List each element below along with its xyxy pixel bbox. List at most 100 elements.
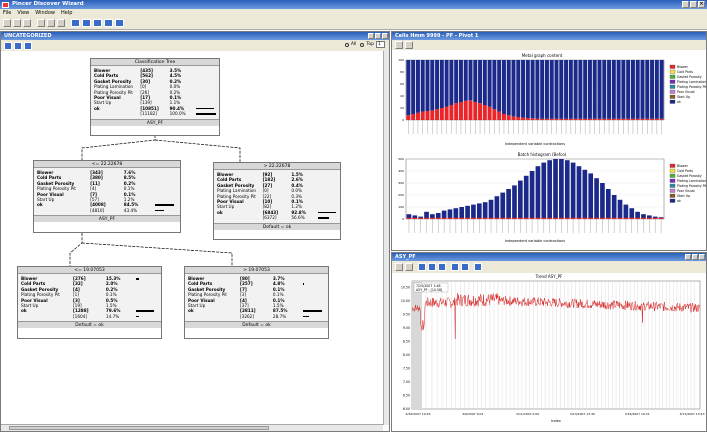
bar-ok xyxy=(406,60,411,116)
bar-blower xyxy=(471,217,476,219)
node-cell-n xyxy=(94,111,140,116)
legend-swatch xyxy=(669,173,676,178)
bar-blower xyxy=(650,118,655,120)
bar-blower xyxy=(415,112,420,120)
node-body: Blower [80] 3.7% Cold Parts [257] 4.8% Gasket … xyxy=(185,274,328,322)
trend-tool-8-icon[interactable] xyxy=(474,263,482,271)
tree-node-left[interactable]: <= 22.22678 Blower [343] 7.6% Cold Parts [38… xyxy=(33,160,181,233)
node-bar-fill xyxy=(136,315,140,318)
node-bar xyxy=(303,314,325,319)
y-tick-label: 10.00 xyxy=(401,299,410,303)
bar-blower xyxy=(412,217,418,219)
trend-close-button[interactable] xyxy=(699,253,705,260)
tree-node-right[interactable]: > 22.22678 Blower [92] 1.5% Cold Parts [182]… xyxy=(213,162,341,240)
legend-label: Poor Visual xyxy=(677,90,695,94)
bar-blower xyxy=(602,118,607,120)
y-tick-label: 0 xyxy=(402,217,404,221)
legend-swatch xyxy=(669,84,676,89)
trend-tool-2-icon[interactable] xyxy=(405,263,413,271)
bar-blower xyxy=(564,217,570,219)
x-tick-label: 3/13/2007 13:30 xyxy=(570,412,595,416)
bar-blower xyxy=(521,117,526,120)
trend-maximize-button[interactable] xyxy=(692,253,698,260)
close-button[interactable]: × xyxy=(698,1,705,8)
bar-blower xyxy=(597,118,602,120)
legend-label: Start Up xyxy=(677,95,690,99)
bar-ok xyxy=(587,60,592,119)
bar-blower xyxy=(425,111,430,120)
minimize-button[interactable] xyxy=(682,1,689,8)
legend-swatch xyxy=(669,198,676,203)
trend-tool-5-icon[interactable] xyxy=(438,263,446,271)
histogram-window: Cells Hmm 9999 - PF - Pivot 1 Metal grap… xyxy=(391,31,707,251)
trend-tool-4-icon[interactable] xyxy=(428,263,436,271)
bar-blower xyxy=(506,217,511,219)
bar xyxy=(559,159,564,219)
bar xyxy=(594,178,599,219)
bar-ok xyxy=(635,60,640,119)
bar-blower xyxy=(652,217,658,219)
bar-blower xyxy=(411,114,416,120)
node-bar-fill xyxy=(154,209,165,212)
node-footer: ASY_PF xyxy=(34,215,180,223)
trend-minimize-button[interactable] xyxy=(685,253,691,260)
node-footer: Default = ok xyxy=(18,321,161,329)
bar-ok xyxy=(487,60,492,107)
legend-label: Cold Parts xyxy=(677,169,693,173)
chart-title: Metal graph content xyxy=(522,53,563,58)
legend-swatch xyxy=(669,79,676,84)
bar-ok xyxy=(516,60,521,117)
histogram-tool-2-icon[interactable] xyxy=(405,41,413,49)
tree-node-left-left[interactable]: <= 19.07053 Blower [276] 15.3% Cold Parts [3… xyxy=(17,266,162,339)
bar-blower xyxy=(424,217,429,219)
legend-swatch xyxy=(669,193,676,198)
bar-blower xyxy=(587,118,592,120)
y-tick-label: 100 xyxy=(398,58,404,62)
trend-tool-3-icon[interactable] xyxy=(418,263,426,271)
node-footer: Default = ok xyxy=(185,321,328,329)
readout-value: ASY_PF : [10.58] xyxy=(416,288,442,292)
tree-root-node[interactable]: Classification Tree Blower [435] 3.5% Cold … xyxy=(90,58,220,136)
bar-ok xyxy=(425,60,430,111)
bar-blower xyxy=(444,106,449,120)
trend-tool-1-icon[interactable] xyxy=(395,263,403,271)
bar-ok xyxy=(544,60,549,119)
bar-blower xyxy=(430,217,435,219)
bar-blower xyxy=(494,217,500,219)
bar-blower xyxy=(439,108,444,120)
bar-blower xyxy=(549,118,554,120)
bar-blower xyxy=(523,217,529,219)
y-tick-label: 8.00 xyxy=(403,353,410,357)
bar-blower xyxy=(525,118,530,120)
histogram-tool-1-icon[interactable] xyxy=(395,41,403,49)
bar-blower xyxy=(559,118,564,120)
bar-ok xyxy=(444,60,449,107)
bar-blower xyxy=(588,217,594,219)
y-tick-label: 100 xyxy=(398,205,404,209)
node-row: [11182] 100.0% xyxy=(94,111,216,116)
bar xyxy=(617,199,623,219)
node-cell-c: [4810] xyxy=(90,207,105,213)
node-bar xyxy=(154,208,177,213)
bar xyxy=(506,189,511,219)
legend-label: Plating Lamination xyxy=(677,80,706,84)
tree-node-left-right[interactable]: > 19.07053 Blower [80] 3.7% Cold Parts [257]… xyxy=(184,266,329,339)
y-tick-label: 9.50 xyxy=(403,313,410,317)
bar xyxy=(588,173,594,219)
bar-ok xyxy=(650,60,655,119)
x-axis-label: Independent variable contractions xyxy=(505,142,565,146)
bar-ok xyxy=(645,60,650,119)
bar-ok xyxy=(640,60,645,119)
histogram-window-title: Cells Hmm 9999 - PF - Pivot 1 xyxy=(395,33,479,39)
bar-ok xyxy=(458,60,463,102)
bar-blower xyxy=(607,118,612,120)
histogram-chart: Batch histogram (Befco) 0 100 200 300 400 500 I… xyxy=(392,150,706,250)
trend-tool-6-icon[interactable] xyxy=(451,263,459,271)
legend-label: Plating Porosity Pit xyxy=(677,184,706,188)
bar-blower xyxy=(635,217,640,219)
bar-blower xyxy=(611,217,617,219)
bar-blower xyxy=(511,116,516,120)
legend-swatch xyxy=(669,178,676,183)
trend-tool-7-icon[interactable] xyxy=(461,263,469,271)
maximize-button[interactable] xyxy=(690,1,697,8)
